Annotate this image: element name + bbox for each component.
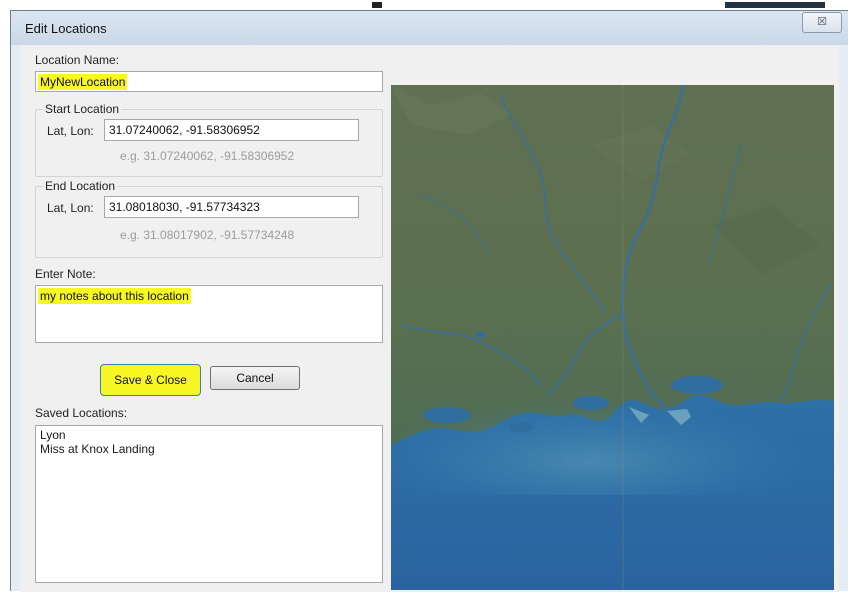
note-textarea[interactable]: my notes about this location — [35, 285, 383, 343]
title-bar: Edit Locations ☒ — [11, 11, 848, 45]
note-label: Enter Note: — [35, 267, 96, 281]
end-latlon-value: 31.08018030, -91.57734323 — [109, 200, 260, 214]
end-latlon-example: e.g. 31.08017902, -91.57734248 — [120, 228, 295, 242]
save-close-button[interactable]: Save & Close — [100, 364, 201, 396]
start-latlon-example: e.g. 31.07240062, -91.58306952 — [120, 149, 295, 163]
cancel-button[interactable]: Cancel — [210, 366, 300, 390]
background-window-strip — [0, 0, 848, 10]
cancel-label: Cancel — [236, 371, 274, 385]
start-latlon-label: Lat, Lon: — [47, 124, 94, 138]
location-name-input[interactable]: MyNewLocation — [35, 71, 383, 92]
close-icon: ☒ — [817, 15, 827, 28]
save-close-label: Save & Close — [114, 373, 187, 387]
saved-location-item[interactable]: Miss at Knox Landing — [40, 442, 378, 456]
location-name-label: Location Name: — [35, 53, 120, 67]
edit-locations-dialog: Edit Locations ☒ Location Name: MyNewLoc… — [10, 10, 848, 592]
note-value: my notes about this location — [38, 288, 191, 304]
dialog-body: Location Name: MyNewLocation Start Locat… — [20, 45, 839, 592]
location-name-value: MyNewLocation — [38, 74, 128, 90]
start-location-group: Start Location Lat, Lon: 31.07240062, -9… — [35, 102, 383, 177]
end-latlon-input[interactable]: 31.08018030, -91.57734323 — [104, 196, 359, 218]
saved-location-item[interactable]: Lyon — [40, 428, 378, 442]
end-location-group: End Location Lat, Lon: 31.08018030, -91.… — [35, 179, 383, 258]
saved-locations-label: Saved Locations: — [35, 406, 128, 420]
start-latlon-value: 31.07240062, -91.58306952 — [109, 123, 260, 137]
close-button[interactable]: ☒ — [802, 12, 842, 33]
dialog-title: Edit Locations — [25, 21, 107, 36]
start-location-legend: Start Location — [43, 102, 122, 116]
end-latlon-label: Lat, Lon: — [47, 201, 94, 215]
background-fragment — [725, 2, 825, 8]
saved-locations-list[interactable]: Lyon Miss at Knox Landing — [35, 425, 383, 583]
satellite-map[interactable] — [391, 85, 834, 590]
satellite-map-image — [391, 85, 834, 590]
start-latlon-input[interactable]: 31.07240062, -91.58306952 — [104, 119, 359, 141]
end-location-legend: End Location — [43, 179, 118, 193]
background-fragment — [372, 2, 382, 8]
